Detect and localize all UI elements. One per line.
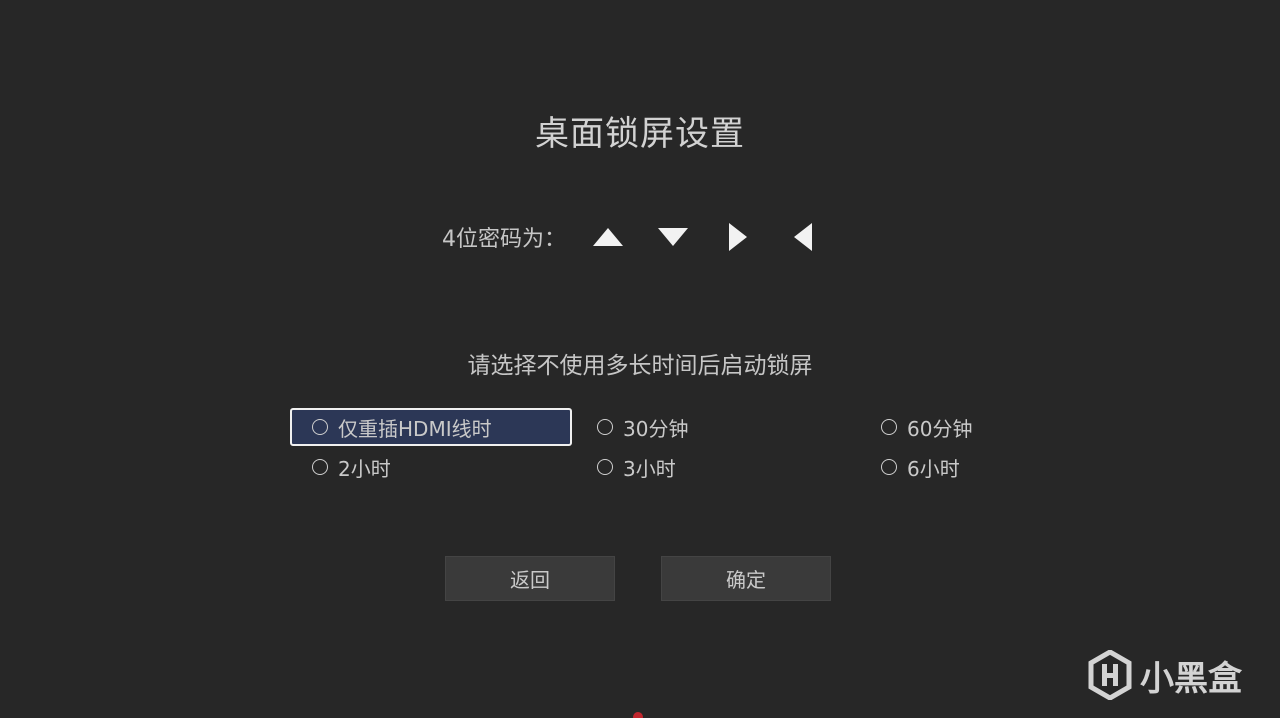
option-label: 仅重插HDMI线时 bbox=[338, 416, 492, 441]
radio-icon bbox=[312, 459, 328, 475]
arrow-down-icon bbox=[653, 214, 693, 260]
timeout-prompt: 请选择不使用多长时间后启动锁屏 bbox=[467, 353, 813, 379]
watermark: 小黑盒 bbox=[1088, 650, 1242, 700]
option-6-hours[interactable]: 6小时 bbox=[859, 448, 1141, 486]
back-button[interactable]: 返回 bbox=[445, 556, 615, 601]
radio-icon bbox=[312, 419, 328, 435]
radio-icon bbox=[597, 459, 613, 475]
watermark-text: 小黑盒 bbox=[1140, 658, 1242, 699]
option-60-minutes[interactable]: 60分钟 bbox=[859, 408, 1141, 446]
radio-icon bbox=[881, 459, 897, 475]
option-label: 60分钟 bbox=[907, 416, 973, 441]
option-30-minutes[interactable]: 30分钟 bbox=[575, 408, 857, 446]
confirm-button[interactable]: 确定 bbox=[661, 556, 831, 601]
password-label: 4位密码为： bbox=[442, 227, 566, 252]
option-2-hours[interactable]: 2小时 bbox=[290, 448, 572, 486]
option-label: 2小时 bbox=[338, 456, 391, 481]
arrow-up-icon bbox=[588, 214, 628, 260]
option-3-hours[interactable]: 3小时 bbox=[575, 448, 857, 486]
option-hdmi-reinsert[interactable]: 仅重插HDMI线时 bbox=[290, 408, 572, 446]
arrow-right-icon bbox=[718, 214, 758, 260]
radio-icon bbox=[881, 419, 897, 435]
radio-icon bbox=[597, 419, 613, 435]
option-label: 6小时 bbox=[907, 456, 960, 481]
option-label: 3小时 bbox=[623, 456, 676, 481]
option-label: 30分钟 bbox=[623, 416, 689, 441]
password-row: 4位密码为： bbox=[442, 214, 582, 260]
heybox-logo-icon bbox=[1088, 650, 1132, 700]
indicator-dot bbox=[633, 712, 643, 718]
page-title: 桌面锁屏设置 bbox=[535, 114, 745, 154]
arrow-left-icon bbox=[783, 214, 823, 260]
lock-screen-settings: 桌面锁屏设置 4位密码为： 请选择不使用多长时间后启动锁屏 仅重插HDMI线时 … bbox=[0, 0, 1280, 718]
